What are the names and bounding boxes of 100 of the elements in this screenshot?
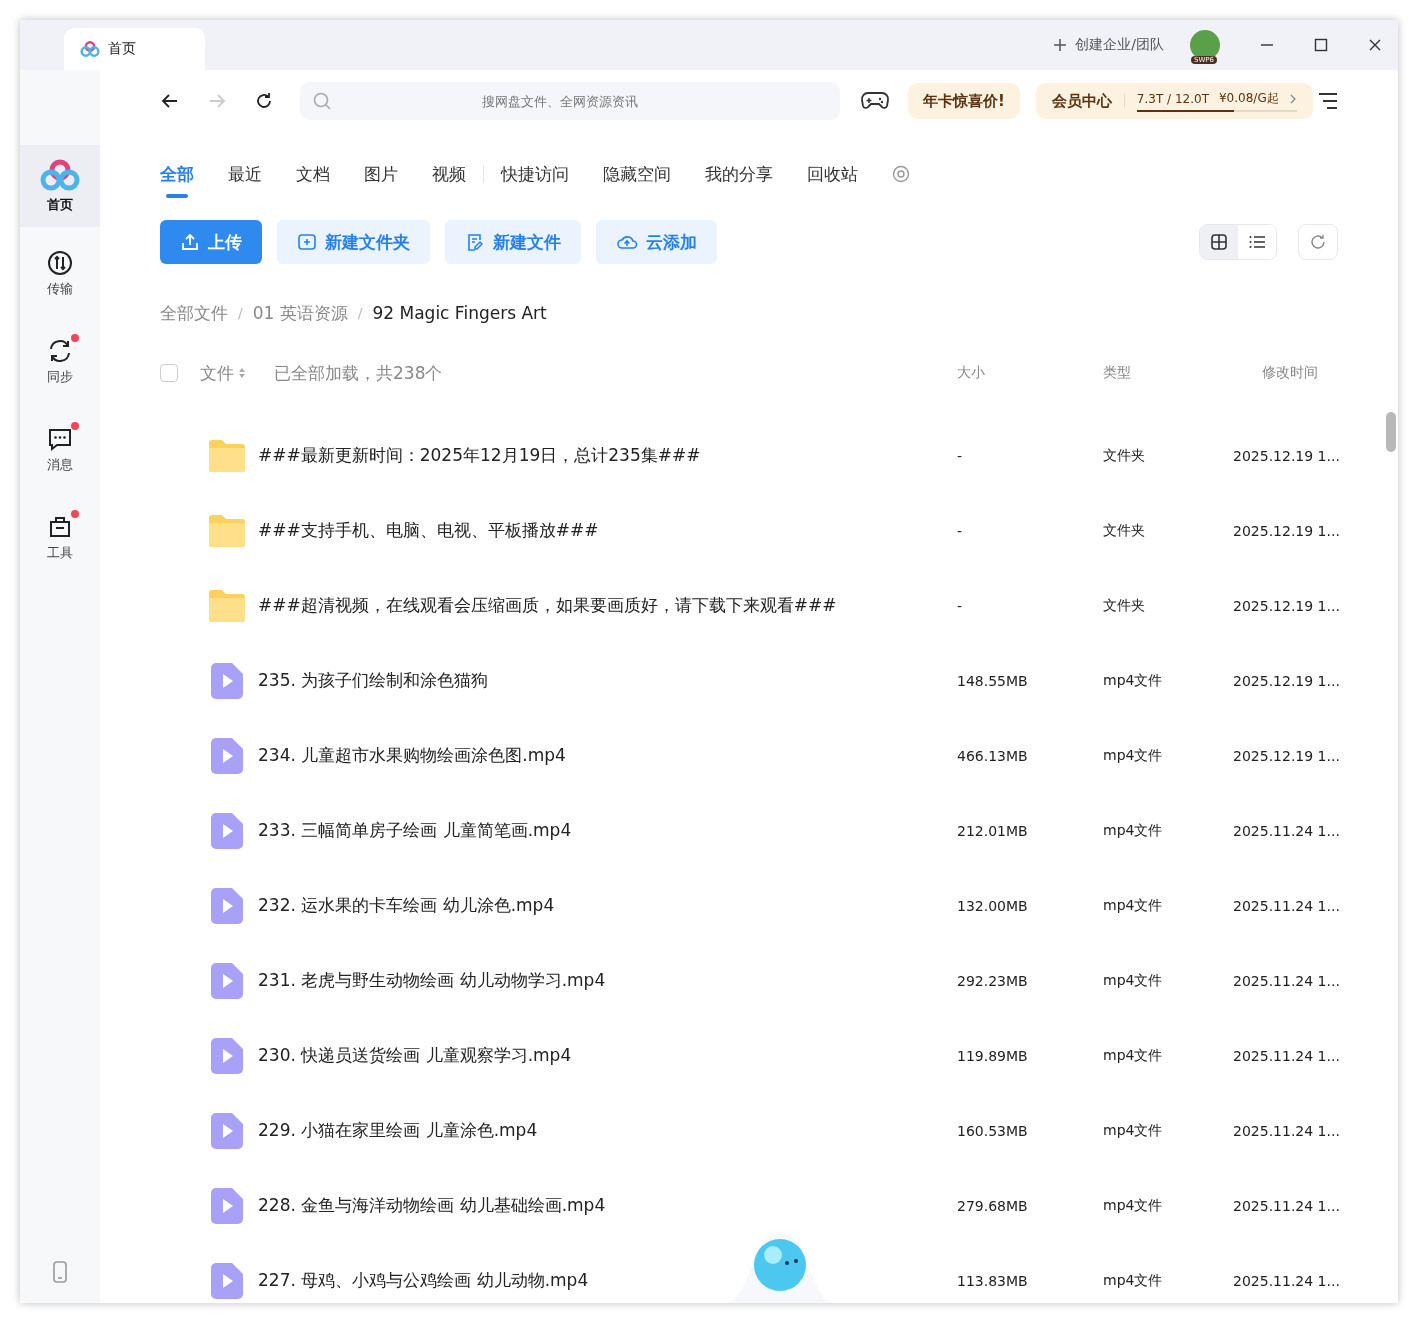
video-file-icon — [211, 812, 243, 849]
modified-time: 2025.11.24 1... — [1233, 972, 1338, 989]
file-row[interactable]: 231. 老虎与野生动物绘画 幼儿动物学习.mp4 292.23MB mp4文件 2025.11.24 1... — [160, 943, 1338, 1018]
modified-time: 2025.11.24 1... — [1233, 1272, 1338, 1289]
close-icon[interactable] — [1368, 38, 1382, 52]
select-all-checkbox[interactable] — [160, 364, 178, 382]
file-row[interactable]: 229. 小猫在家里绘画 儿童涂色.mp4 160.53MB mp4文件 2025.11.24 1... — [160, 1093, 1338, 1168]
file-name: 232. 运水果的卡车绘画 幼儿涂色.mp4 — [257, 894, 556, 917]
cloud-logo-icon — [40, 158, 80, 192]
category-tab[interactable]: 我的分享 — [705, 162, 773, 198]
sidebar-item[interactable]: 同步 — [20, 321, 100, 403]
file-type: mp4文件 — [1103, 821, 1164, 840]
new-file-icon — [465, 232, 485, 252]
file-name: 235. 为孩子们绘制和涂色猫狗 — [257, 669, 490, 692]
bag-icon — [47, 514, 73, 540]
modified-time: 2025.11.24 1... — [1233, 1047, 1338, 1064]
window-tab[interactable]: 首页 — [64, 28, 205, 70]
video-file-icon — [211, 887, 243, 924]
file-row[interactable]: 232. 运水果的卡车绘画 幼儿涂色.mp4 132.00MB mp4文件 2025.11.24 1... — [160, 868, 1338, 943]
modified-time: 2025.12.19 1... — [1233, 747, 1338, 764]
category-tab[interactable]: 文档 — [296, 162, 330, 198]
menu-icon[interactable] — [1318, 92, 1338, 110]
file-type: mp4文件 — [1103, 896, 1164, 915]
category-tab[interactable]: 回收站 — [807, 162, 858, 198]
file-size: 119.89MB — [957, 1047, 1029, 1064]
category-tab[interactable]: 最近 — [228, 162, 262, 198]
sidebar-item[interactable]: 消息 — [20, 409, 100, 491]
file-name: 234. 儿童超市水果购物绘画涂色图.mp4 — [257, 744, 567, 767]
phone-icon[interactable] — [52, 1261, 68, 1283]
member-center-button[interactable]: 会员中心 7.3T / 12.0T ¥0.08/G起 — [1035, 83, 1313, 119]
eye-icon[interactable] — [892, 165, 910, 183]
file-row[interactable]: 228. 金鱼与海洋动物绘画 幼儿基础绘画.mp4 279.68MB mp4文件 2025.11.24 1... — [160, 1168, 1338, 1243]
sync-icon — [47, 338, 73, 364]
file-type: 文件夹 — [1103, 446, 1146, 465]
file-name: 233. 三幅简单房子绘画 儿童简笔画.mp4 — [257, 819, 573, 842]
category-tab[interactable]: 视频 — [432, 162, 466, 198]
breadcrumb-item[interactable]: 全部文件 — [160, 301, 228, 325]
modified-time: 2025.12.19 1... — [1233, 522, 1338, 539]
category-tab[interactable]: 全部 — [160, 162, 194, 198]
file-type: 文件夹 — [1103, 596, 1146, 615]
file-row[interactable]: ###最新更新时间：2025年12月19日，总计235集### - 文件夹 2025.12.19 1... — [160, 418, 1338, 493]
file-type: mp4文件 — [1103, 971, 1164, 990]
promo-button[interactable]: 年卡惊喜价! — [908, 83, 1020, 119]
breadcrumb-item: 92 Magic Fingers Art — [372, 303, 547, 323]
category-tab[interactable]: 图片 — [364, 162, 398, 198]
loaded-count-text: 已全部加载，共238个 — [274, 361, 444, 385]
column-header[interactable]: 大小 — [957, 364, 1103, 382]
refresh-icon[interactable] — [254, 91, 274, 111]
file-type: mp4文件 — [1103, 1121, 1164, 1140]
file-row[interactable]: 235. 为孩子们绘制和涂色猫狗 148.55MB mp4文件 2025.12.19 1... — [160, 643, 1338, 718]
sidebar-item[interactable]: 首页 — [20, 145, 100, 227]
modified-time: 2025.11.24 1... — [1233, 822, 1338, 839]
breadcrumb-separator: / — [357, 305, 363, 321]
video-file-icon — [211, 737, 243, 774]
video-file-icon — [211, 1187, 243, 1224]
file-row[interactable]: ###超清视频，在线观看会压缩画质，如果要画质好，请下载下来观看### - 文件夹 2025.12.19 1... — [160, 568, 1338, 643]
member-center-label: 会员中心 — [1051, 91, 1112, 111]
modified-time: 2025.11.24 1... — [1233, 897, 1338, 914]
file-size: 132.00MB — [957, 897, 1029, 914]
file-row[interactable]: 227. 母鸡、小鸡与公鸡绘画 幼儿动物.mp4 113.83MB mp4文件 2025.11.24 1... — [160, 1243, 1338, 1303]
file-name: 229. 小猫在家里绘画 儿童涂色.mp4 — [257, 1119, 539, 1142]
list-icon — [1248, 233, 1266, 251]
file-row[interactable]: 233. 三幅简单房子绘画 儿童简笔画.mp4 212.01MB mp4文件 2025.11.24 1... — [160, 793, 1338, 868]
file-size: 160.53MB — [957, 1122, 1029, 1139]
create-team-button[interactable]: 创建企业/团队 — [1053, 36, 1164, 54]
storage-text: 7.3T / 12.0T — [1136, 91, 1209, 106]
video-file-icon — [211, 962, 243, 999]
folder-icon — [208, 438, 246, 473]
file-name: ###最新更新时间：2025年12月19日，总计235集### — [257, 444, 702, 467]
category-tab[interactable]: 隐藏空间 — [603, 162, 671, 198]
breadcrumb-separator: / — [238, 305, 243, 321]
maximize-icon[interactable] — [1314, 38, 1328, 52]
video-file-icon — [211, 1037, 243, 1074]
search-field[interactable]: 搜网盘文件、全网资源资讯 — [300, 82, 840, 120]
sidebar-item[interactable]: 传输 — [20, 233, 100, 315]
file-size: 113.83MB — [957, 1272, 1029, 1289]
file-row[interactable]: ###支持手机、电脑、电视、平板播放### - 文件夹 2025.12.19 1... — [160, 493, 1338, 568]
price-text: ¥0.08/G起 — [1219, 90, 1279, 107]
file-type: mp4文件 — [1103, 1046, 1164, 1065]
tab-indicator — [166, 193, 188, 198]
file-name: ###超清视频，在线观看会压缩画质，如果要画质好，请下载下来观看### — [257, 594, 838, 617]
grid-icon — [1210, 233, 1228, 251]
column-header[interactable]: 类型 — [1103, 364, 1233, 382]
video-file-icon — [211, 662, 243, 699]
modified-time: 2025.11.24 1... — [1233, 1197, 1338, 1214]
breadcrumb-item[interactable]: 01 英语资源 — [252, 301, 348, 325]
category-tab[interactable]: 快捷访问 — [501, 162, 569, 198]
file-row[interactable]: 234. 儿童超市水果购物绘画涂色图.mp4 466.13MB mp4文件 2025.12.19 1... — [160, 718, 1338, 793]
scrollbar-thumb[interactable] — [1386, 412, 1396, 452]
message-icon — [47, 426, 73, 452]
grid-view-button[interactable] — [1200, 225, 1238, 259]
column-header[interactable]: 文件 — [200, 361, 234, 385]
file-row[interactable]: 230. 快递员送货绘画 儿童观察学习.mp4 119.89MB mp4文件 2025.11.24 1... — [160, 1018, 1338, 1093]
sidebar-item[interactable]: 工具 — [20, 497, 100, 579]
refresh-button[interactable] — [1298, 224, 1338, 260]
plus-icon — [1053, 38, 1068, 52]
file-type: mp4文件 — [1103, 1196, 1164, 1215]
file-size: - — [957, 597, 964, 614]
refresh-icon — [1308, 232, 1328, 252]
column-header[interactable]: 修改时间 — [1233, 364, 1338, 382]
